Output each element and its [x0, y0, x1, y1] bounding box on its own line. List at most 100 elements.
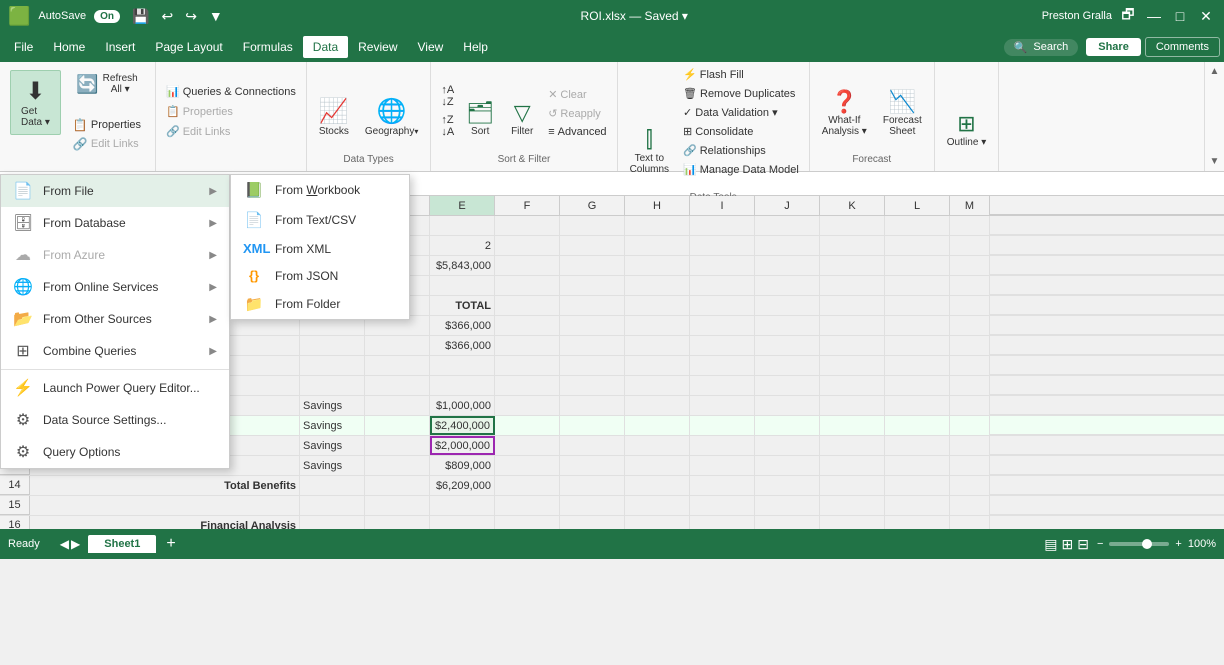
cell-J3[interactable]	[755, 256, 820, 275]
cell-C9[interactable]	[300, 376, 365, 395]
menu-item-from-file[interactable]: 📄 From File ▶	[1, 175, 229, 207]
sort-button[interactable]: 🗂 Sort	[460, 97, 500, 140]
text-to-columns-button[interactable]: ⫿ Text toColumns	[624, 124, 675, 178]
cell-C10[interactable]: Savings	[300, 396, 365, 415]
menu-insert[interactable]: Insert	[95, 36, 145, 58]
cell-C8[interactable]	[300, 356, 365, 375]
menu-view[interactable]: View	[408, 36, 454, 58]
cell-K16[interactable]	[820, 516, 885, 529]
undo-icon[interactable]: ↩	[157, 6, 177, 27]
cell-K2[interactable]	[820, 236, 885, 255]
get-data-button[interactable]: ⬇ GetData ▾	[10, 70, 61, 135]
cell-I10[interactable]	[690, 396, 755, 415]
sheet-tab[interactable]: Sheet1	[88, 535, 156, 553]
cell-D8[interactable]	[365, 356, 430, 375]
cell-G11[interactable]	[560, 416, 625, 435]
cell-K13[interactable]	[820, 456, 885, 475]
cell-J1[interactable]	[755, 216, 820, 235]
cell-K11[interactable]	[820, 416, 885, 435]
cell-M13[interactable]	[950, 456, 990, 475]
from-file-submenu[interactable]: 📗 From Workbook 📄 From Text/CSV XML From…	[230, 174, 410, 320]
cell-J5[interactable]	[755, 296, 820, 315]
cell-I13[interactable]	[690, 456, 755, 475]
cell-L9[interactable]	[885, 376, 950, 395]
cell-E14[interactable]: $6,209,000	[430, 476, 495, 495]
cell-L7[interactable]	[885, 336, 950, 355]
col-header-M[interactable]: M	[950, 196, 990, 215]
redo-icon[interactable]: ↪	[181, 6, 201, 27]
cell-E16[interactable]	[430, 516, 495, 529]
tab-scroll-left[interactable]: ◀	[60, 537, 69, 551]
cell-H3[interactable]	[625, 256, 690, 275]
cell-E1[interactable]	[430, 216, 495, 235]
cell-H10[interactable]	[625, 396, 690, 415]
cell-B16[interactable]: Financial Analysis	[30, 516, 300, 529]
cell-M2[interactable]	[950, 236, 990, 255]
menu-item-query-options[interactable]: ⚙ Query Options	[1, 436, 229, 468]
cell-F14[interactable]	[495, 476, 560, 495]
cell-F5[interactable]	[495, 296, 560, 315]
cell-G16[interactable]	[560, 516, 625, 529]
cell-I1[interactable]	[690, 216, 755, 235]
cell-D9[interactable]	[365, 376, 430, 395]
cell-F16[interactable]	[495, 516, 560, 529]
cell-L4[interactable]	[885, 276, 950, 295]
cell-H7[interactable]	[625, 336, 690, 355]
cell-G2[interactable]	[560, 236, 625, 255]
cell-M14[interactable]	[950, 476, 990, 495]
cell-H11[interactable]	[625, 416, 690, 435]
cell-L14[interactable]	[885, 476, 950, 495]
cell-G13[interactable]	[560, 456, 625, 475]
page-break-view-icon[interactable]: ⊟	[1077, 536, 1089, 553]
restore-icon[interactable]: 🗗	[1118, 6, 1138, 26]
submenu-item-text-csv[interactable]: 📄 From Text/CSV	[231, 205, 409, 235]
cell-J13[interactable]	[755, 456, 820, 475]
cell-F4[interactable]	[495, 276, 560, 295]
cell-D11[interactable]	[365, 416, 430, 435]
menu-formulas[interactable]: Formulas	[233, 36, 303, 58]
edit-links-button[interactable]: 🔗 Edit Links	[69, 135, 145, 153]
add-sheet-button[interactable]: +	[160, 535, 181, 553]
menu-pagelayout[interactable]: Page Layout	[145, 36, 232, 58]
menu-item-from-online[interactable]: 🌐 From Online Services ▶	[1, 271, 229, 303]
cell-G7[interactable]	[560, 336, 625, 355]
advanced-button[interactable]: ≡Advanced	[544, 124, 610, 140]
cell-K4[interactable]	[820, 276, 885, 295]
cell-I3[interactable]	[690, 256, 755, 275]
cell-J10[interactable]	[755, 396, 820, 415]
cell-K12[interactable]	[820, 436, 885, 455]
comments-button[interactable]: Comments	[1145, 37, 1220, 57]
cell-J9[interactable]	[755, 376, 820, 395]
cell-H9[interactable]	[625, 376, 690, 395]
normal-view-icon[interactable]: ▤	[1044, 536, 1057, 553]
cell-H13[interactable]	[625, 456, 690, 475]
cell-F15[interactable]	[495, 496, 560, 515]
cell-C13[interactable]: Savings	[300, 456, 365, 475]
cell-I14[interactable]	[690, 476, 755, 495]
cell-I6[interactable]	[690, 316, 755, 335]
save-icon[interactable]: 💾	[128, 6, 153, 27]
cell-I15[interactable]	[690, 496, 755, 515]
clear-button[interactable]: ✕Clear	[544, 86, 610, 103]
cell-B14[interactable]: Total Benefits	[30, 476, 300, 495]
zoom-in-icon[interactable]: +	[1175, 538, 1181, 550]
autosave-toggle[interactable]: On	[94, 10, 120, 23]
cell-E12[interactable]: $2,000,000	[430, 436, 495, 455]
cell-H14[interactable]	[625, 476, 690, 495]
cell-I7[interactable]	[690, 336, 755, 355]
cell-F8[interactable]	[495, 356, 560, 375]
cell-E9[interactable]	[430, 376, 495, 395]
col-header-K[interactable]: K	[820, 196, 885, 215]
menu-item-from-database[interactable]: 🗄 From Database ▶	[1, 207, 229, 239]
cell-G5[interactable]	[560, 296, 625, 315]
cell-L11[interactable]	[885, 416, 950, 435]
cell-D14[interactable]	[365, 476, 430, 495]
menu-file[interactable]: File	[4, 36, 43, 58]
cell-G14[interactable]	[560, 476, 625, 495]
submenu-item-workbook[interactable]: 📗 From Workbook	[231, 175, 409, 205]
cell-F9[interactable]	[495, 376, 560, 395]
ribbon-expand-down[interactable]: ▼	[1210, 156, 1220, 167]
cell-E8[interactable]	[430, 356, 495, 375]
cell-H8[interactable]	[625, 356, 690, 375]
cell-E5[interactable]: TOTAL	[430, 296, 495, 315]
